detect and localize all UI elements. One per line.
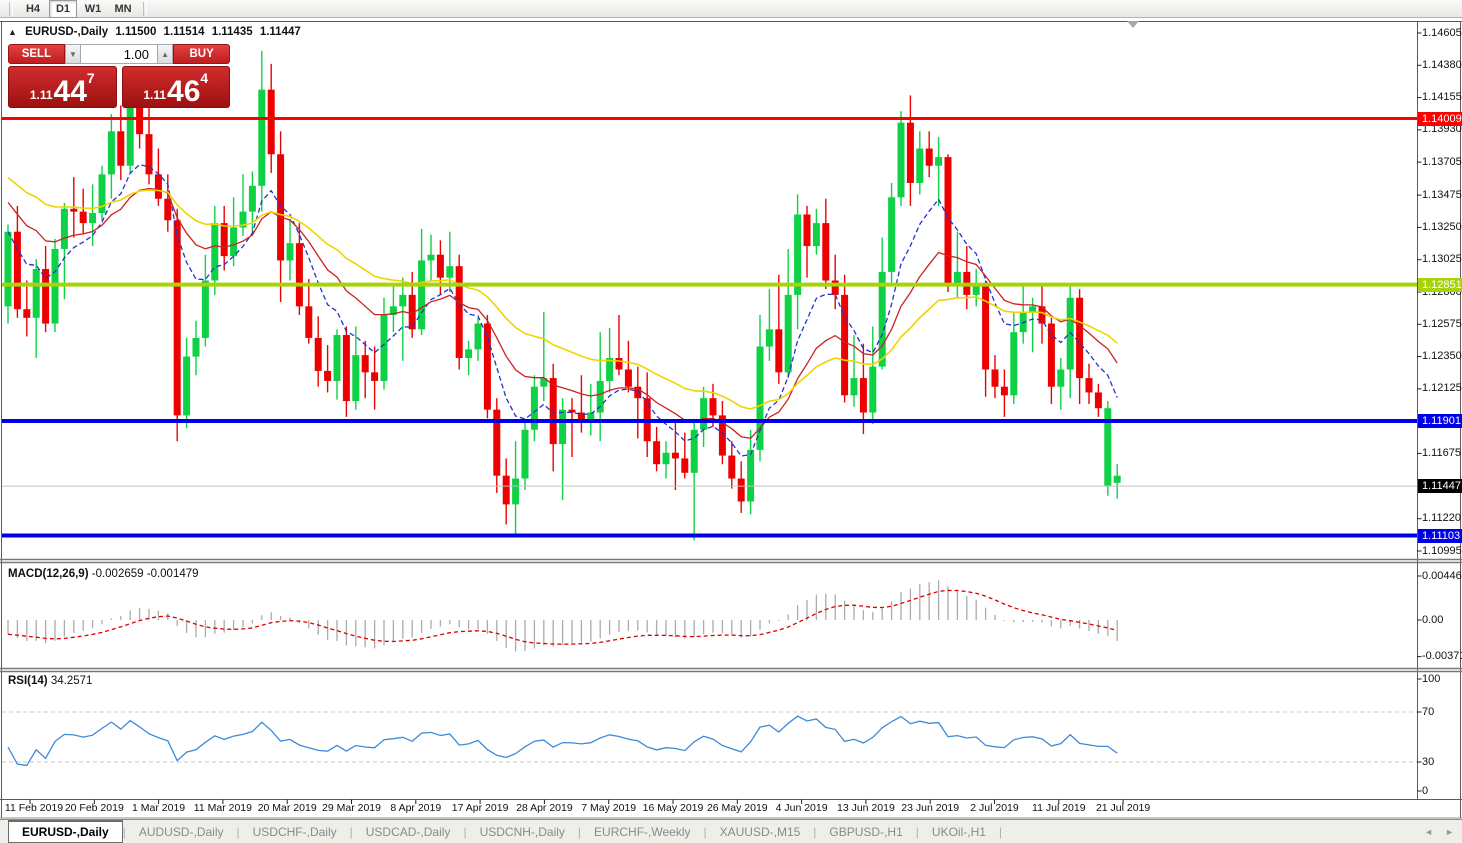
macd-axis-label: 0.004465 [1422, 570, 1462, 583]
chart-tab-audusd[interactable]: AUDUSD-,Daily [126, 820, 237, 843]
chart-tab-ukoil[interactable]: UKOil-,H1 [919, 820, 999, 843]
volume-decrease-button[interactable]: ▼ [65, 44, 81, 64]
chart-tab-usdcnh[interactable]: USDCNH-,Daily [467, 820, 578, 843]
date-axis-label: 13 Jun 2019 [837, 802, 895, 814]
date-axis-label: 16 May 2019 [643, 802, 704, 814]
timeframe-d1-button[interactable]: D1 [49, 0, 77, 18]
price-axis-label: 1.13705 [1422, 156, 1462, 169]
date-axis-label: 17 Apr 2019 [452, 802, 509, 814]
sell-button[interactable]: SELL [8, 44, 65, 64]
trading-terminal-window: H4D1W1MN ▲ EURUSD-,Daily 1.11500 1.11514… [0, 0, 1462, 843]
chart-shift-end-marker-icon [1127, 21, 1139, 28]
sell-price-sup: 7 [87, 70, 95, 86]
price-axis-label: 1.12575 [1422, 318, 1462, 331]
ohlc-close: 1.11447 [260, 26, 301, 38]
one-click-trade-panel: SELL ▼ 1.00 ▲ BUY 1.11 44 7 1.11 46 4 [8, 44, 230, 108]
date-axis-label: 4 Jun 2019 [776, 802, 828, 814]
date-axis-label: 2 Jul 2019 [970, 802, 1018, 814]
price-axis-label: 1.10995 [1422, 545, 1462, 558]
date-axis-label: 20 Mar 2019 [258, 802, 317, 814]
price-axis-label: 1.13250 [1422, 221, 1462, 234]
price-axis-label: 1.14380 [1422, 59, 1462, 72]
chart-tab-usdcad[interactable]: USDCAD-,Daily [353, 820, 464, 843]
chart-tab-eurchf[interactable]: EURCHF-,Weekly [581, 820, 703, 843]
ohlc-low: 1.11435 [212, 26, 253, 38]
tab-scroll-right-icon[interactable]: ► [1445, 827, 1454, 837]
macd-value: -0.002659 [92, 568, 144, 580]
rsi-axis-label: 30 [1422, 756, 1434, 769]
date-axis-label: 1 Mar 2019 [132, 802, 185, 814]
chart-tab-eurusd[interactable]: EURUSD-,Daily [8, 820, 123, 843]
rsi-axis-label: 100 [1422, 673, 1440, 686]
buy-price-button[interactable]: 1.11 46 4 [122, 66, 231, 108]
volume-increase-button[interactable]: ▲ [157, 44, 173, 64]
chart-tabs: EURUSD-,Daily|AUDUSD-,Daily|USDCHF-,Dail… [0, 820, 1002, 843]
price-level-badge: 1.14009 [1418, 112, 1462, 126]
tab-scroll-left-icon[interactable]: ◄ [1424, 827, 1433, 837]
buy-price-big: 46 [167, 79, 200, 105]
rsi-name: RSI(14) [8, 675, 48, 687]
buy-price-sup: 4 [200, 70, 208, 86]
chart-tab-xauusd[interactable]: XAUUSD-,M15 [707, 820, 814, 843]
price-level-badge: 1.11901 [1418, 414, 1462, 428]
tab-scroll-controls: ◄ ► [1424, 820, 1454, 843]
price-axis-label: 1.14155 [1422, 91, 1462, 104]
date-axis-label: 11 Mar 2019 [194, 802, 252, 814]
tab-separator: | [999, 820, 1002, 843]
price-level-badge: 1.11447 [1418, 479, 1462, 493]
price-axis-label: 1.12125 [1422, 382, 1462, 395]
sell-price-big: 44 [54, 79, 87, 105]
price-axis-label: 1.11675 [1422, 447, 1461, 460]
chart-symbol-label: EURUSD-,Daily [25, 26, 108, 38]
sell-price-prefix: 1.11 [30, 88, 53, 102]
chart-title: ▲ EURUSD-,Daily 1.11500 1.11514 1.11435 … [8, 26, 305, 38]
date-axis-label: 26 May 2019 [707, 802, 768, 814]
rsi-label: RSI(14) 34.2571 [8, 675, 92, 687]
date-axis-label: 11 Feb 2019 [5, 802, 63, 814]
date-axis-label: 11 Jul 2019 [1032, 802, 1086, 814]
price-level-badge: 1.11103 [1418, 529, 1462, 543]
chart-plot-area[interactable] [0, 0, 1462, 843]
price-axis-label: 1.13025 [1422, 253, 1462, 266]
timeframe-mn-button[interactable]: MN [109, 0, 137, 18]
buy-button[interactable]: BUY [173, 44, 230, 64]
macd-signal-value: -0.001479 [147, 568, 199, 580]
price-level-badge: 1.12851 [1418, 278, 1462, 292]
price-axis-label: 1.14605 [1422, 27, 1462, 40]
ohlc-open: 1.11500 [115, 26, 156, 38]
price-axis-label: 1.11220 [1422, 512, 1461, 525]
buy-price-prefix: 1.11 [143, 88, 166, 102]
macd-label: MACD(12,26,9) -0.002659 -0.001479 [8, 568, 199, 580]
date-axis-label: 20 Feb 2019 [65, 802, 124, 814]
price-axis-label: 1.12350 [1422, 350, 1462, 363]
timeframe-w1-button[interactable]: W1 [79, 0, 107, 18]
rsi-value: 34.2571 [51, 675, 93, 687]
toolbar-separator [9, 2, 13, 16]
date-axis-label: 29 Mar 2019 [322, 802, 381, 814]
chart-tab-usdchf[interactable]: USDCHF-,Daily [240, 820, 350, 843]
rsi-axis-label: 70 [1422, 706, 1434, 719]
toolbar-separator [143, 2, 147, 16]
macd-axis-label: 0.00 [1422, 614, 1443, 627]
chart-tab-gbpusd[interactable]: GBPUSD-,H1 [816, 820, 915, 843]
date-axis-label: 7 May 2019 [581, 802, 636, 814]
ohlc-high: 1.11514 [164, 26, 205, 38]
sell-price-button[interactable]: 1.11 44 7 [8, 66, 117, 108]
timeframe-toolbar: H4D1W1MN [0, 0, 1462, 18]
date-axis-label: 28 Apr 2019 [516, 802, 573, 814]
rsi-axis-label: 0 [1422, 785, 1428, 798]
collapse-trade-panel-icon[interactable]: ▲ [8, 27, 17, 37]
timeframe-h4-button[interactable]: H4 [19, 0, 47, 18]
date-axis-label: 21 Jul 2019 [1096, 802, 1150, 814]
price-axis-label: 1.13475 [1422, 189, 1462, 202]
macd-name: MACD(12,26,9) [8, 568, 89, 580]
timeframe-buttons: H4D1W1MN [18, 0, 138, 18]
chart-tab-bar: EURUSD-,Daily|AUDUSD-,Daily|USDCHF-,Dail… [0, 819, 1462, 843]
macd-axis-label: -0.003715 [1422, 650, 1462, 663]
date-axis-label: 8 Apr 2019 [390, 802, 441, 814]
date-axis-label: 23 Jun 2019 [901, 802, 959, 814]
volume-input[interactable]: 1.00 [81, 44, 157, 64]
